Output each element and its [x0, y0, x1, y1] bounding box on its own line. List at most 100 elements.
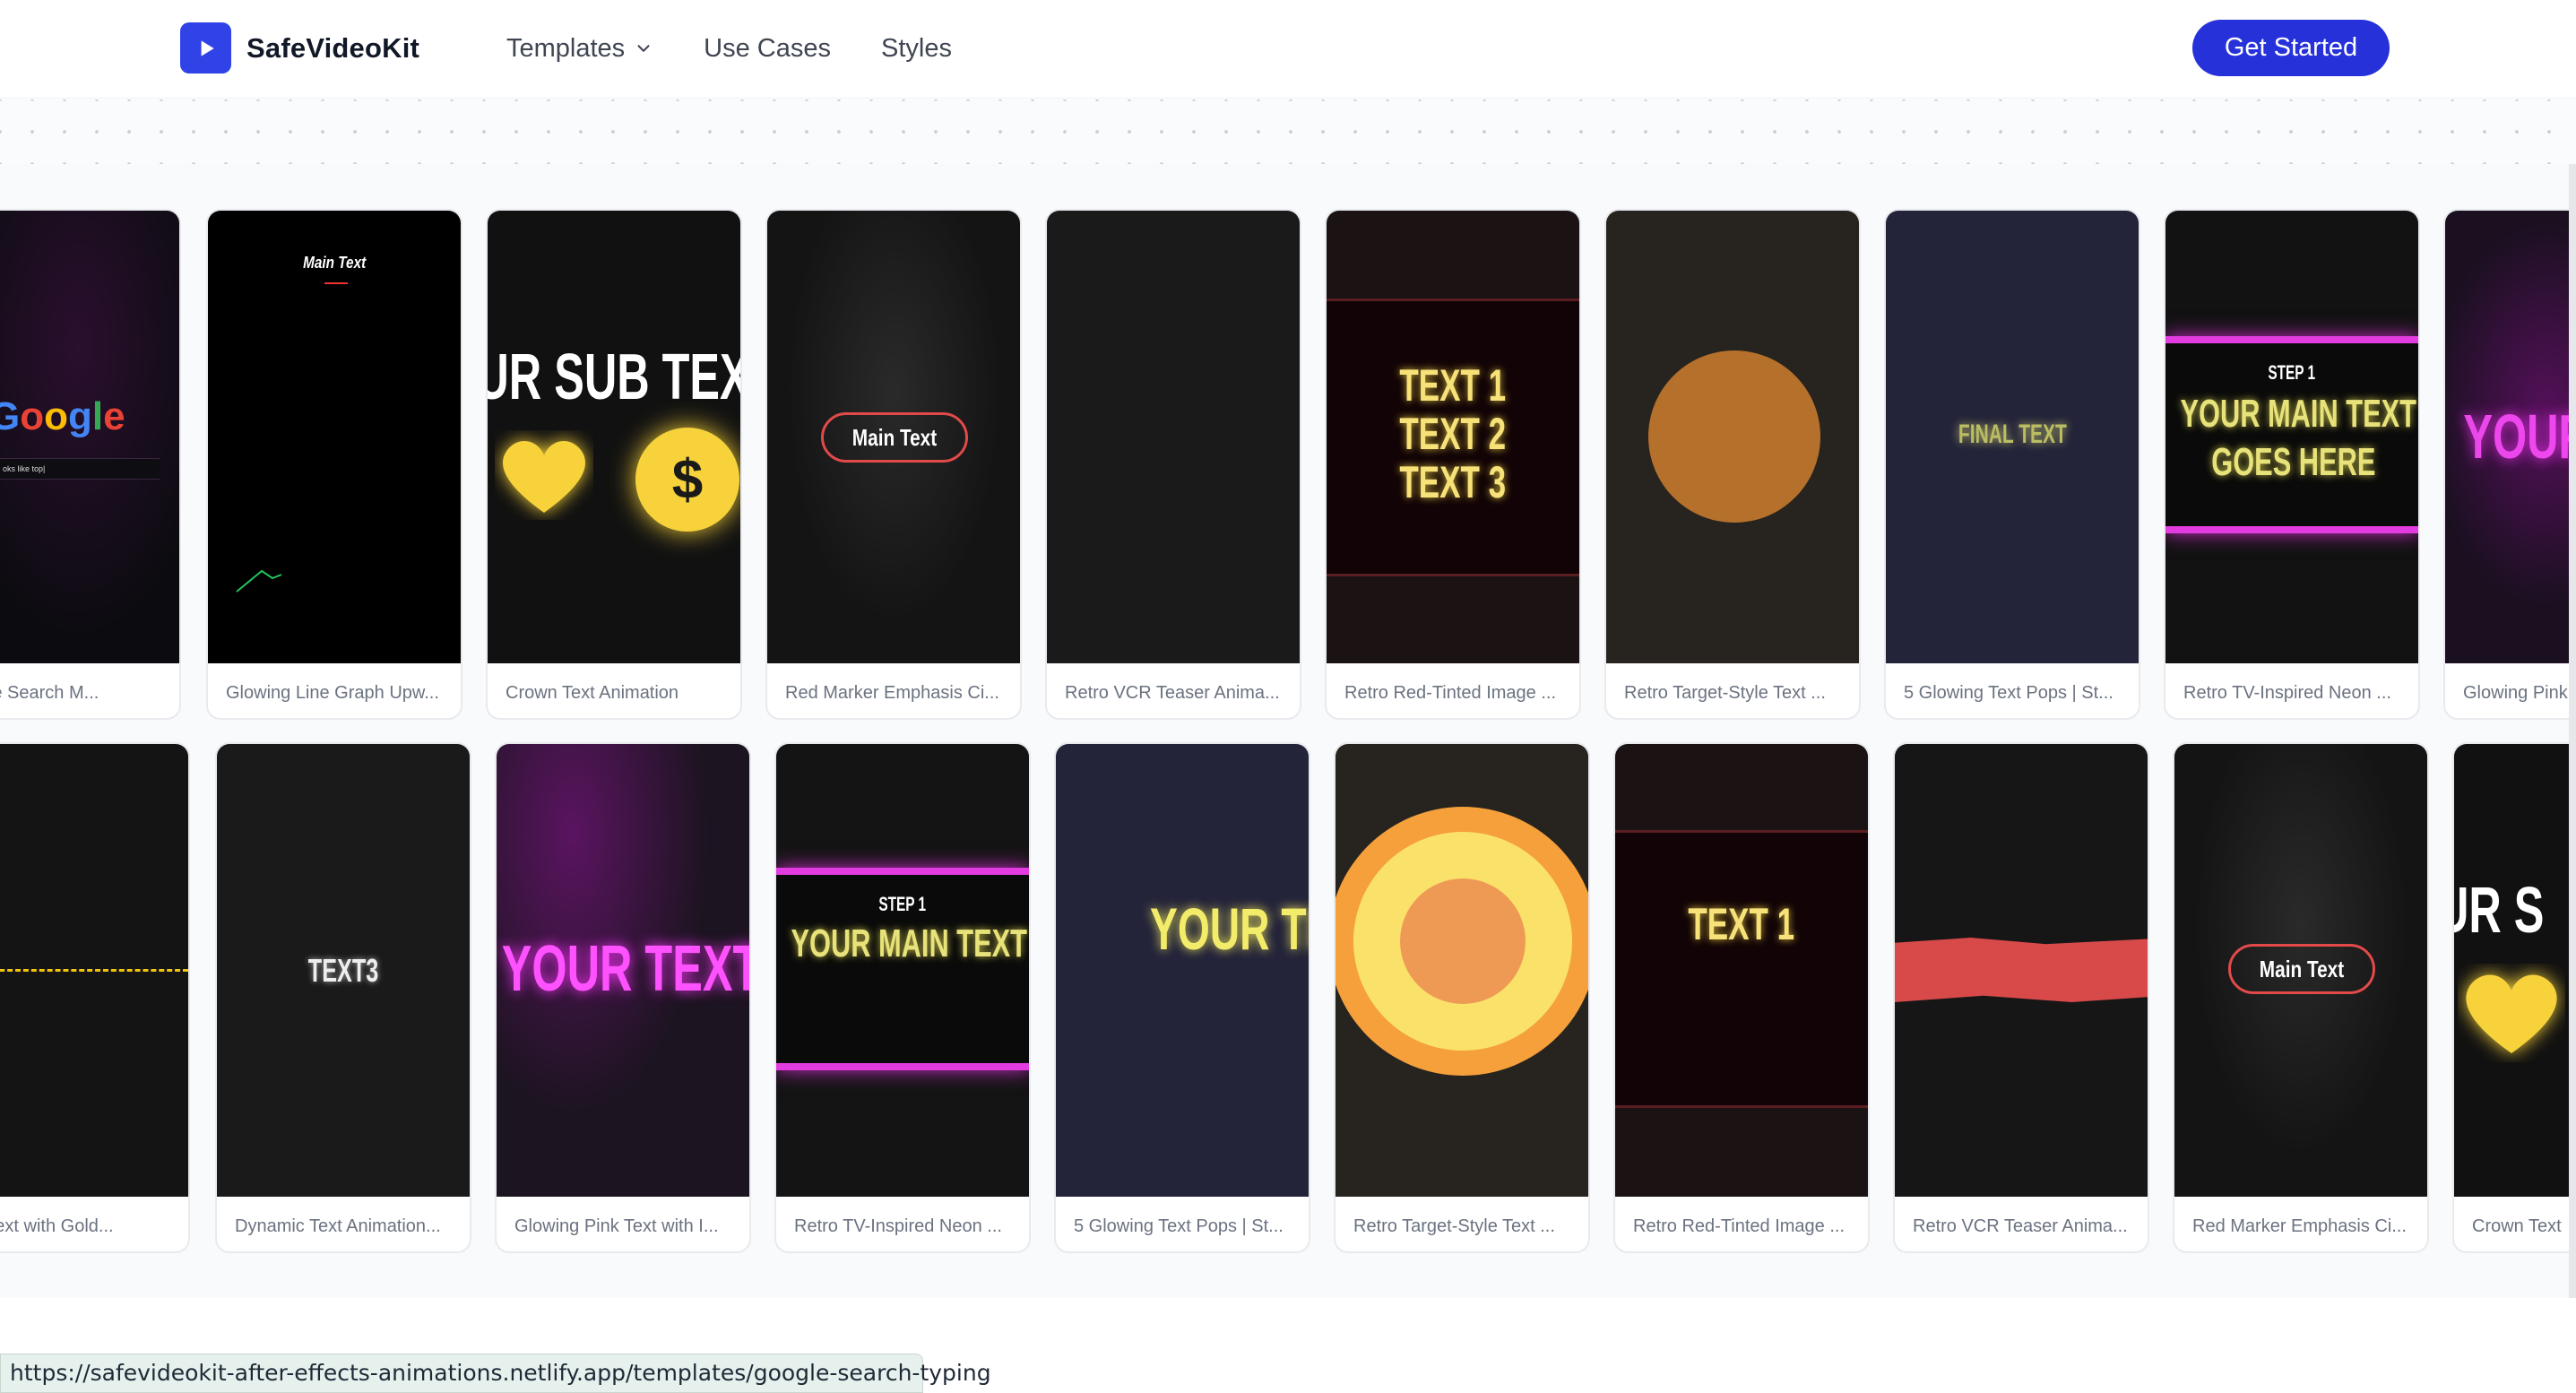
template-card-red-marker[interactable]: Main Text Red Marker Emphasis Ci...	[765, 209, 1022, 720]
template-thumbnail: UR SUB TEX $	[488, 211, 740, 663]
template-caption: Red Marker Emphasis Ci...	[2192, 1216, 2407, 1236]
template-card-retro-tv-neon-2[interactable]: STEP 1 YOUR MAIN TEXT Retro TV-Inspired …	[774, 742, 1031, 1253]
template-card-crown-text-2[interactable]: UR S Crown Text	[2452, 742, 2576, 1253]
thumb-line-3: TEXT 3	[1399, 457, 1507, 507]
target-circle	[1648, 350, 1820, 523]
template-thumbnail: STEP 1 YOUR MAIN TEXT	[776, 744, 1029, 1197]
thumb-title: UR SUB TEX	[488, 342, 740, 413]
template-card-retro-vcr[interactable]: Retro VCR Teaser Anima...	[1045, 209, 1301, 720]
red-marker-circle: Main Text	[2228, 944, 2375, 994]
thumb-step-label: STEP 1	[878, 893, 927, 915]
template-card-retro-red-tinted-2[interactable]: TEXT 1 Retro Red-Tinted Image ...	[1613, 742, 1870, 1253]
template-card-retro-target-2[interactable]: Retro Target-Style Text ...	[1334, 742, 1590, 1253]
template-caption: Retro Target-Style Text ...	[1624, 683, 1826, 703]
play-icon	[180, 22, 231, 74]
template-card-red-marker-2[interactable]: Main Text Red Marker Emphasis Ci...	[2173, 742, 2429, 1253]
template-card-glowing-text-pops[interactable]: FINAL TEXT 5 Glowing Text Pops | St...	[1884, 209, 2140, 720]
template-card-crown-text[interactable]: UR SUB TEX $ Crown Text Animation	[486, 209, 742, 720]
thumb-title: YOUR TEXT	[501, 933, 749, 1005]
line-graph-icon	[236, 569, 282, 593]
template-caption: 5 Glowing Text Pops | St...	[1074, 1216, 1284, 1236]
red-marker-circle: Main Text	[821, 412, 968, 463]
template-thumbnail: Main Text	[767, 211, 1020, 663]
target-bullseye	[1400, 878, 1526, 1004]
thumb-title: TEXT3	[307, 952, 379, 989]
template-thumbnail	[0, 744, 188, 1197]
nav-styles[interactable]: Styles	[881, 34, 952, 64]
template-thumbnail: Google oks like top|	[0, 211, 179, 663]
thumb-title: YOUR TI	[1150, 896, 1309, 962]
page-scrollbar[interactable]	[2569, 164, 2576, 1298]
template-thumbnail: TEXT 1 TEXT 2 TEXT 3	[1327, 211, 1579, 663]
template-thumbnail	[1606, 211, 1859, 663]
template-card-retro-tv-neon[interactable]: STEP 1 YOUR MAIN TEXT GOES HERE Retro TV…	[2164, 209, 2420, 720]
template-thumbnail: TEXT3	[217, 744, 470, 1197]
template-caption: Retro Red-Tinted Image ...	[1344, 683, 1557, 703]
template-thumbnail	[1336, 744, 1588, 1197]
brand-name: SafeVideoKit	[246, 31, 420, 64]
template-caption: mic Text with Gold...	[0, 1216, 114, 1236]
template-thumbnail: Main Text	[2174, 744, 2427, 1197]
template-caption: Glowing Pink	[2463, 683, 2568, 703]
template-thumbnail	[1047, 211, 1300, 663]
nav-use-cases[interactable]: Use Cases	[704, 34, 831, 64]
template-caption: Dynamic Text Animation...	[235, 1216, 441, 1236]
chevron-down-icon	[637, 45, 650, 52]
gallery-row-1: Google oks like top| Google Search M... …	[0, 209, 2576, 720]
thumb-title: YOUR MAIN TEXT	[791, 921, 1027, 965]
thumb-title: FINAL TEXT	[1958, 420, 2067, 449]
red-underline	[324, 282, 348, 284]
get-started-button[interactable]: Get Started	[2192, 20, 2390, 76]
thumb-title: YOUR	[2463, 402, 2576, 472]
template-caption: Retro Target-Style Text ...	[1353, 1216, 1555, 1236]
template-card-glowing-pink[interactable]: YOUR Glowing Pink	[2443, 209, 2576, 720]
thumb-line-2: TEXT 2	[1399, 409, 1507, 459]
dotted-background-strip	[0, 100, 2576, 164]
template-card-retro-target[interactable]: Retro Target-Style Text ...	[1604, 209, 1861, 720]
template-card-dynamic-text-gold[interactable]: mic Text with Gold...	[0, 742, 190, 1253]
search-box: oks like top|	[0, 458, 160, 480]
template-card-dynamic-text[interactable]: TEXT3 Dynamic Text Animation...	[215, 742, 471, 1253]
template-thumbnail: STEP 1 YOUR MAIN TEXT GOES HERE	[2165, 211, 2418, 663]
thumb-line-1: YOUR MAIN TEXT	[2180, 392, 2416, 436]
template-thumbnail: UR S	[2454, 744, 2576, 1197]
google-logo-text: Google	[0, 394, 125, 438]
heart-icon	[502, 440, 586, 513]
template-caption: Retro TV-Inspired Neon ...	[2183, 683, 2391, 703]
template-caption: Red Marker Emphasis Ci...	[785, 683, 999, 703]
brand-logo[interactable]: SafeVideoKit	[180, 22, 419, 74]
heart-icon	[2466, 974, 2557, 1053]
gallery-row-2: mic Text with Gold... TEXT3 Dynamic Text…	[0, 742, 2576, 1253]
thumb-title: TEXT 1	[1688, 899, 1795, 949]
template-caption: Glowing Pink Text with I...	[514, 1216, 719, 1236]
template-card-glowing-text-pops-2[interactable]: YOUR TI 5 Glowing Text Pops | St...	[1054, 742, 1310, 1253]
template-thumbnail: YOUR TEXT	[497, 744, 749, 1197]
template-caption: Retro VCR Teaser Anima...	[1913, 1216, 2128, 1236]
template-caption: Crown Text	[2472, 1216, 2562, 1236]
template-caption: Crown Text Animation	[506, 683, 679, 703]
main-nav: Templates Use Cases Styles	[506, 27, 1002, 70]
template-thumbnail: FINAL TEXT	[1886, 211, 2139, 663]
template-card-google-search[interactable]: Google oks like top| Google Search M...	[0, 209, 181, 720]
template-card-glowing-line-graph[interactable]: Main Text Glowing Line Graph Upw...	[206, 209, 462, 720]
template-caption: Google Search M...	[0, 683, 99, 703]
template-card-glowing-pink-text[interactable]: YOUR TEXT Glowing Pink Text with I...	[495, 742, 751, 1253]
template-card-retro-vcr-2[interactable]: Retro VCR Teaser Anima...	[1893, 742, 2149, 1253]
thumb-title: UR S	[2454, 875, 2545, 947]
template-thumbnail: YOUR	[2445, 211, 2576, 663]
dollar-coin-icon: $	[635, 428, 739, 532]
template-thumbnail: YOUR TI	[1056, 744, 1309, 1197]
template-caption: Retro VCR Teaser Anima...	[1065, 683, 1280, 703]
template-card-retro-red-tinted[interactable]: TEXT 1 TEXT 2 TEXT 3 Retro Red-Tinted Im…	[1325, 209, 1581, 720]
thumb-line-2: GOES HERE	[2211, 440, 2376, 484]
template-gallery: Google oks like top| Google Search M... …	[0, 164, 2576, 1298]
template-caption: 5 Glowing Text Pops | St...	[1904, 683, 2114, 703]
link-status-bar: https://safevideokit-after-effects-anima…	[0, 1354, 991, 1393]
thumb-line-1: TEXT 1	[1399, 360, 1507, 411]
template-caption: Retro TV-Inspired Neon ...	[794, 1216, 1002, 1236]
template-thumbnail: Main Text	[208, 211, 461, 663]
template-caption: Glowing Line Graph Upw...	[226, 683, 439, 703]
thumb-step-label: STEP 1	[2268, 361, 2316, 384]
nav-templates-label: Templates	[506, 33, 626, 63]
nav-templates[interactable]: Templates	[506, 34, 653, 64]
